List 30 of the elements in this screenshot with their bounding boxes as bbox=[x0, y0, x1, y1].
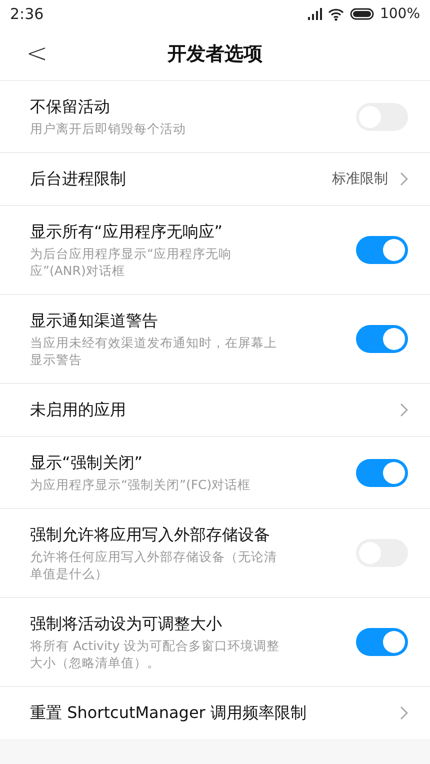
setting-description: 为应用程序显示“强制关闭”(FC)对话框 bbox=[30, 476, 252, 493]
toggle-switch[interactable] bbox=[356, 236, 408, 264]
chevron-icon bbox=[400, 706, 408, 720]
toggle-switch[interactable] bbox=[356, 458, 408, 486]
setting-title: 不保留活动 bbox=[30, 96, 111, 118]
page-title: 开发者选项 bbox=[168, 42, 262, 67]
setting-description: 将所有 Activity 设为可配合多窗口环境调整大小（忽略清单值）。 bbox=[30, 637, 281, 671]
setting-title: 重置 ShortcutManager 调用频率限制 bbox=[30, 702, 308, 724]
setting-title: 强制将活动设为可调整大小 bbox=[30, 613, 223, 635]
setting-title: 显示通知渠道警告 bbox=[30, 310, 159, 332]
setting-title: 未启用的应用 bbox=[30, 399, 127, 421]
setting-title: 后台进程限制 bbox=[30, 168, 127, 190]
setting-description: 允许将任何应用写入外部存储设备（无论清单值是什么） bbox=[30, 548, 278, 582]
setting-description: 为后台应用程序显示“应用程序无响应”(ANR)对话框 bbox=[30, 245, 232, 279]
setting-title: 显示“强制关闭” bbox=[30, 452, 144, 474]
chevron-icon bbox=[400, 403, 408, 417]
setting-value: 标准限制 bbox=[332, 170, 388, 188]
back-button[interactable]: < bbox=[22, 39, 52, 69]
setting-description: 当应用未经有效渠道发布通知时，在屏幕上显示警告 bbox=[30, 334, 278, 368]
setting-description: 用户离开后即销毁每个活动 bbox=[30, 120, 187, 137]
chevron-icon bbox=[400, 172, 408, 186]
battery-level: 100% bbox=[380, 6, 420, 22]
wifi-icon bbox=[328, 8, 344, 20]
toggle-switch[interactable] bbox=[356, 628, 408, 656]
status-time: 2:36 bbox=[10, 5, 44, 23]
toggle-switch[interactable] bbox=[356, 325, 408, 353]
setting-title: 强制允许将应用写入外部存储设备 bbox=[30, 524, 271, 546]
setting-title: 显示所有“应用程序无响应” bbox=[30, 221, 224, 243]
battery-icon bbox=[350, 8, 374, 20]
signal-icon bbox=[308, 8, 322, 20]
